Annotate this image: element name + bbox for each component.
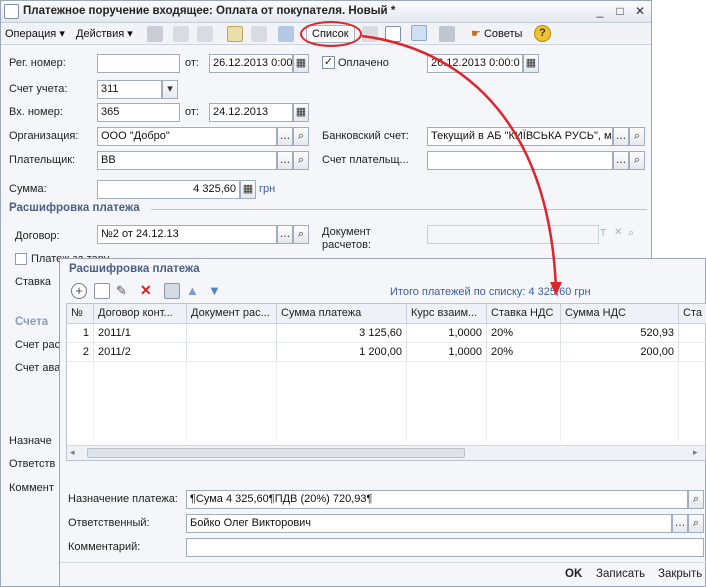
arrow-path [361,34,558,291]
arrow-head [550,282,562,296]
callout-arrow [361,34,562,296]
